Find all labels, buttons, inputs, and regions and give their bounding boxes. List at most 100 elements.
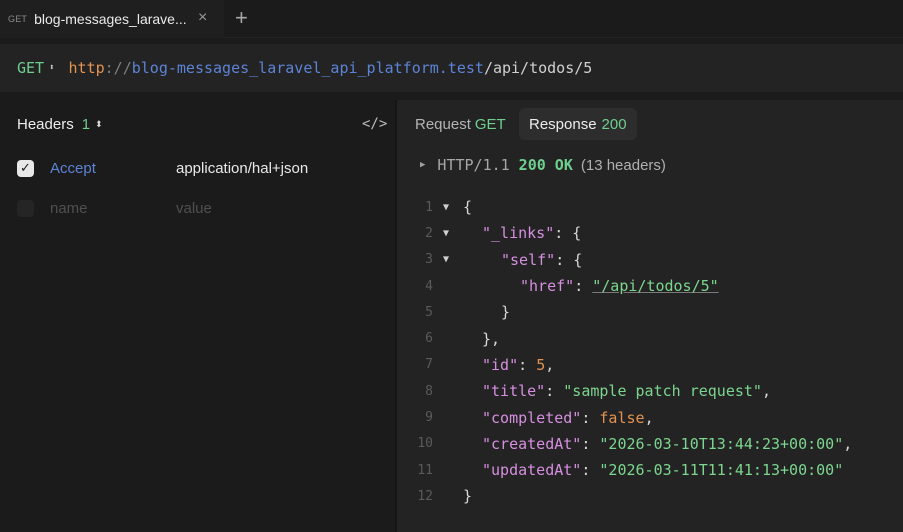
json-key: "updatedAt"	[482, 461, 582, 480]
tab-request-label: Request	[415, 116, 471, 133]
line-number: 10	[417, 436, 433, 452]
json-line: 7 "id": 5,	[397, 352, 903, 378]
close-icon[interactable]: ×	[198, 9, 207, 27]
url-separator: ://	[104, 59, 132, 77]
json-code: "createdAt": "2026-03-10T13:44:23+00:00"…	[482, 435, 852, 453]
json-line: 10 "createdAt": "2026-03-10T13:44:23+00:0…	[397, 431, 903, 457]
line-number: 11	[417, 462, 433, 478]
tab-request-method: GET	[474, 116, 506, 133]
json-boolean: false	[599, 408, 645, 427]
tab-title: blog-messages_larave...	[34, 11, 187, 27]
header-value-field[interactable]: application/hal+json	[176, 160, 308, 177]
json-link[interactable]: "/api/todos/5"	[592, 277, 718, 295]
json-line: 5}	[397, 299, 903, 325]
json-punctuation: :	[574, 277, 593, 296]
json-string: "2026-03-11T11:41:13+00:00"	[599, 461, 844, 480]
tab-bar: GET blog-messages_larave... × +	[0, 0, 903, 38]
json-key: "id"	[482, 355, 519, 374]
json-line: 8 "title": "sample patch request",	[397, 378, 903, 404]
tab-response[interactable]: Response 200	[519, 108, 637, 140]
line-number: 2	[425, 225, 433, 241]
code-view-icon[interactable]: </>	[362, 116, 387, 132]
tab-request[interactable]: Request GET	[415, 116, 506, 133]
json-code: "title": "sample patch request",	[482, 382, 771, 400]
json-punctuation: }	[463, 487, 473, 506]
json-punctuation: ,	[761, 382, 771, 401]
json-code: {	[463, 198, 472, 216]
url-scheme: http	[68, 59, 105, 77]
json-line: 1 ▼ {	[397, 194, 903, 220]
line-number: 1	[425, 199, 433, 215]
expand-triangle-icon: ▶	[420, 160, 426, 170]
url-path: /api/todos/5	[483, 59, 593, 77]
status-line[interactable]: ▶ HTTP/1.1 200 OK (13 headers)	[420, 156, 666, 174]
headers-panel: Headers 1 ⬍ </> ✓ Accept application/hal…	[0, 100, 395, 532]
url-input[interactable]: http://blog-messages_laravel_api_platfor…	[69, 59, 593, 77]
json-code: "href": "/api/todos/5"	[520, 277, 719, 295]
json-viewer: 1 ▼{2 ▼ "_links": {3 ▼ "self": {4 "href": "/ap…	[397, 194, 903, 510]
chevron-updown-icon: ⬍	[49, 63, 55, 73]
json-punctuation: },	[482, 329, 501, 348]
status-code: 200 OK	[518, 156, 573, 174]
tab-method-badge: GET	[8, 14, 28, 24]
json-punctuation: ,	[843, 434, 853, 453]
method-label: GET	[17, 59, 45, 77]
line-number: 5	[425, 304, 433, 320]
headers-title: Headers	[17, 116, 74, 133]
json-code: }	[501, 303, 510, 321]
request-tab[interactable]: GET blog-messages_larave... ×	[0, 0, 224, 38]
method-select[interactable]: GET ⬍	[17, 59, 55, 77]
fold-toggle-icon[interactable]: ▼	[443, 202, 449, 213]
line-number: 4	[425, 278, 433, 294]
url-host: blog-messages_laravel_api_platform.test	[131, 59, 484, 77]
json-string: "sample patch request"	[563, 382, 762, 401]
json-punctuation: :	[581, 408, 600, 427]
json-key: "href"	[520, 277, 575, 296]
headers-count: (13 headers)	[580, 156, 666, 174]
json-punctuation: :	[581, 434, 600, 453]
header-enabled-checkbox[interactable]: ✓	[17, 159, 34, 177]
json-code: "self": {	[501, 251, 582, 269]
headers-count-badge: 1	[81, 116, 91, 133]
fold-toggle-icon[interactable]: ▼	[443, 254, 449, 265]
json-line: 4 "href": "/api/todos/5"	[397, 273, 903, 299]
header-name-field[interactable]: Accept	[50, 160, 96, 177]
json-key: "title"	[482, 382, 546, 401]
url-bar: GET ⬍ http://blog-messages_laravel_api_p…	[0, 44, 903, 92]
json-line: 11 "updatedAt": "2026-03-11T11:41:13+00:0…	[397, 457, 903, 483]
json-code: "_links": {	[482, 224, 581, 242]
header-row: ✓ Accept application/hal+json	[17, 157, 308, 179]
headers-section-select[interactable]: Headers 1 ⬍	[17, 116, 103, 133]
header-name-input[interactable]: name	[50, 200, 88, 217]
line-number: 12	[417, 488, 433, 504]
line-number: 3	[425, 252, 433, 268]
fold-toggle-icon[interactable]: ▼	[443, 228, 449, 239]
header-value-input[interactable]: value	[176, 200, 212, 217]
json-punctuation: ,	[644, 408, 654, 427]
response-panel: Request GET Response 200 ▶ HTTP/1.1 200 OK…	[397, 100, 903, 532]
json-key: "createdAt"	[482, 434, 582, 453]
json-string: "2026-03-10T13:44:23+00:00"	[599, 434, 844, 453]
json-punctuation: :	[545, 382, 564, 401]
json-punctuation: : {	[554, 224, 582, 243]
json-code: "updatedAt": "2026-03-11T11:41:13+00:00"	[482, 461, 843, 479]
json-punctuation: ,	[545, 355, 555, 374]
line-number: 8	[425, 383, 433, 399]
tab-response-status: 200	[601, 115, 627, 133]
json-line: 3 ▼ "self": {	[397, 247, 903, 273]
json-line: 12}	[397, 483, 903, 509]
add-tab-icon[interactable]: +	[235, 5, 248, 31]
json-line: 6},	[397, 325, 903, 351]
json-punctuation: {	[463, 198, 473, 217]
http-protocol: HTTP/1.1	[437, 156, 510, 174]
json-key: "completed"	[482, 408, 582, 427]
json-number: 5	[536, 355, 546, 374]
header-row: name value	[17, 197, 212, 219]
json-code: }	[463, 487, 472, 505]
json-code: },	[482, 330, 500, 348]
line-number: 7	[425, 357, 433, 373]
checkmark-icon: ✓	[20, 160, 31, 175]
header-enabled-checkbox[interactable]	[17, 199, 34, 217]
json-key: "_links"	[482, 224, 555, 243]
json-key: "self"	[501, 250, 556, 269]
